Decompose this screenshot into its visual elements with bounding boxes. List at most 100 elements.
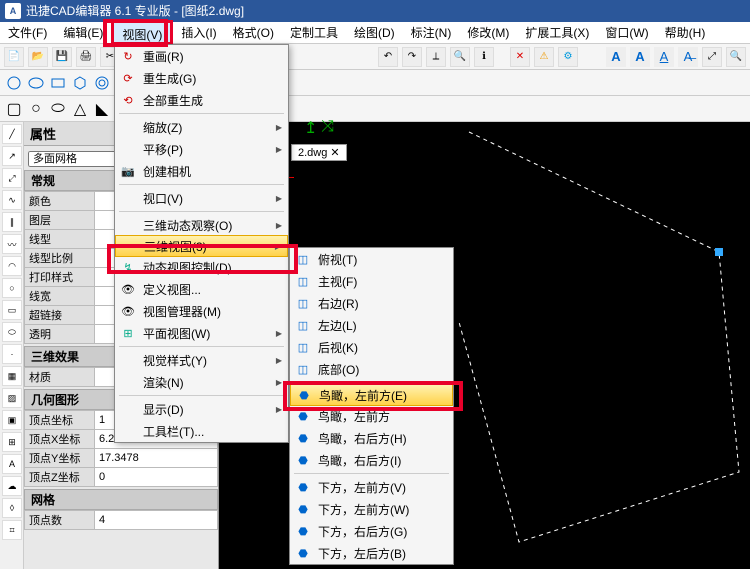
doc-tab[interactable]: 2.dwg ✕ [291,144,347,161]
sub-bottom[interactable]: ◫底部(O) [290,358,453,380]
menu-zoom[interactable]: 缩放(Z) [115,116,288,138]
arc-tool-icon[interactable]: ◠ [2,256,22,276]
axis-icon-2[interactable]: ⤨ [321,118,334,138]
menu-view[interactable]: 视图(V) [111,20,173,45]
menu-custom[interactable]: 定制工具 [282,22,346,43]
text-a-icon[interactable]: A [606,47,626,67]
axis-icon[interactable]: ↥ [304,118,317,138]
cylinder-icon[interactable]: ⬭ [48,99,68,119]
text-check-icon[interactable]: A̶ [678,47,698,67]
menu-redraw[interactable]: ↻重画(R) [115,45,288,67]
menu-defview[interactable]: 👁定义视图... [115,278,288,300]
find-icon[interactable]: 🔍 [450,47,470,67]
menu-help[interactable]: 帮助(H) [657,22,714,43]
open-icon[interactable]: 📂 [28,47,48,67]
dim-icon[interactable]: ⟂ [426,47,446,67]
region-tool-icon[interactable]: ▣ [2,410,22,430]
menu-regen[interactable]: ⟳重生成(G) [115,67,288,89]
close-tab-icon[interactable]: ✕ [330,147,339,159]
text-tool-icon[interactable]: A [2,454,22,474]
menu-viewport[interactable]: 视口(V) [115,187,288,209]
prop-value[interactable]: 4 [95,511,218,530]
rect-tool-icon[interactable]: ▭ [2,300,22,320]
menu-viewmgr[interactable]: 👁视图管理器(M) [115,300,288,322]
menu-display[interactable]: 显示(D) [115,398,288,420]
menu-dyn3d[interactable]: 三维动态观察(O) [115,214,288,236]
wedge-icon[interactable]: ◣ [92,99,112,119]
settings-icon[interactable]: ⚙ [558,47,578,67]
menu-annotate[interactable]: 标注(N) [403,22,460,43]
cone-icon[interactable]: △ [70,99,90,119]
menu-camera[interactable]: 📷创建相机 [115,160,288,182]
menu-render[interactable]: 渲染(N) [115,371,288,393]
revcloud-tool-icon[interactable]: ☁ [2,476,22,496]
wipeout-tool-icon[interactable]: ◊ [2,498,22,518]
menu-view3d[interactable]: 三维视图(3) [115,235,288,257]
sub-worm-lf[interactable]: ⬣下方，左前方(V) [290,476,453,498]
menu-vstyle[interactable]: 视觉样式(Y) [115,349,288,371]
circle-icon[interactable] [4,73,24,93]
prop-value[interactable]: 17.3478 [95,449,218,468]
new-icon[interactable]: 📄 [4,47,24,67]
prop-value[interactable]: 0 [95,468,218,487]
ellipse-tool-icon[interactable]: ⬭ [2,322,22,342]
menu-ext[interactable]: 扩展工具(X) [517,22,597,43]
xline-tool-icon[interactable]: ⤢ [2,168,22,188]
sub-bird-lf[interactable]: ⬣鸟瞰，左前方(E) [290,384,453,406]
menu-modify[interactable]: 修改(M) [459,22,517,43]
sub-left[interactable]: ◫左边(L) [290,314,453,336]
menu-insert[interactable]: 插入(I) [173,22,224,43]
block-tool-icon[interactable]: ▦ [2,366,22,386]
sub-worm-rh[interactable]: ⬣下方，右后方(G) [290,520,453,542]
text-find-icon[interactable]: 🔍 [726,47,746,67]
sub-bird-rf[interactable]: ⬣鸟瞰，右后方(H) [290,427,453,449]
menu-format[interactable]: 格式(O) [225,22,282,43]
hatch-tool-icon[interactable]: ▨ [2,388,22,408]
view3d-submenu: ◫俯视(T) ◫主视(F) ◫右边(R) ◫左边(L) ◫后视(K) ◫底部(O… [289,247,454,565]
circle-tool-icon[interactable]: ○ [2,278,22,298]
sub-back[interactable]: ◫后视(K) [290,336,453,358]
sub-bird-rh[interactable]: ⬣鸟瞰，右后方(I) [290,449,453,471]
ellipse-icon[interactable] [26,73,46,93]
sub-top[interactable]: ◫俯视(T) [290,248,453,270]
text-ai-icon[interactable]: A [654,47,674,67]
grip-handle[interactable] [715,248,723,256]
undo-icon[interactable]: ↶ [378,47,398,67]
line-tool-icon[interactable]: ╱ [2,124,22,144]
menu-file[interactable]: 文件(F) [0,22,55,43]
prop-key: 图层 [25,211,95,230]
point-tool-icon[interactable]: · [2,344,22,364]
rect-icon[interactable] [48,73,68,93]
menu-planview[interactable]: ⊞平面视图(W) [115,322,288,344]
sphere-icon[interactable]: ○ [26,99,46,119]
menu-window[interactable]: 窗口(W) [597,22,656,43]
spline-tool-icon[interactable]: 〰 [2,234,22,254]
menu-edit[interactable]: 编辑(E) [55,22,111,43]
delete-icon[interactable]: ✕ [510,47,530,67]
sub-bird-lf2[interactable]: ⬣鸟瞰，左前方 [290,405,453,427]
polyline-tool-icon[interactable]: ∿ [2,190,22,210]
warn-icon[interactable]: ⚠ [534,47,554,67]
cube-icon[interactable]: ▢ [4,99,24,119]
ray-tool-icon[interactable]: ↗ [2,146,22,166]
sub-right[interactable]: ◫右边(R) [290,292,453,314]
menu-pan[interactable]: 平移(P) [115,138,288,160]
hex-icon[interactable] [70,73,90,93]
menu-dynview[interactable]: ↯动态视图控制(D)... [115,256,288,278]
menu-draw[interactable]: 绘图(D) [346,22,403,43]
table-tool-icon[interactable]: ⊞ [2,432,22,452]
print-icon[interactable]: 🖨 [76,47,96,67]
sub-worm-lh[interactable]: ⬣下方，左后方(B) [290,542,453,564]
mline-tool-icon[interactable]: ∥ [2,212,22,232]
menu-toolbar[interactable]: 工具栏(T)... [115,420,288,442]
save-icon[interactable]: 💾 [52,47,72,67]
text-scale-icon[interactable]: ⤢ [702,47,722,67]
text-a2-icon[interactable]: A [630,47,650,67]
redo-icon[interactable]: ↷ [402,47,422,67]
info-icon[interactable]: ℹ [474,47,494,67]
sub-worm-lf2[interactable]: ⬣下方，左前方(W) [290,498,453,520]
mesh-tool-icon[interactable]: ⌗ [2,520,22,540]
ring-icon[interactable] [92,73,112,93]
menu-regen-all[interactable]: ⟲全部重生成 [115,89,288,111]
sub-front[interactable]: ◫主视(F) [290,270,453,292]
